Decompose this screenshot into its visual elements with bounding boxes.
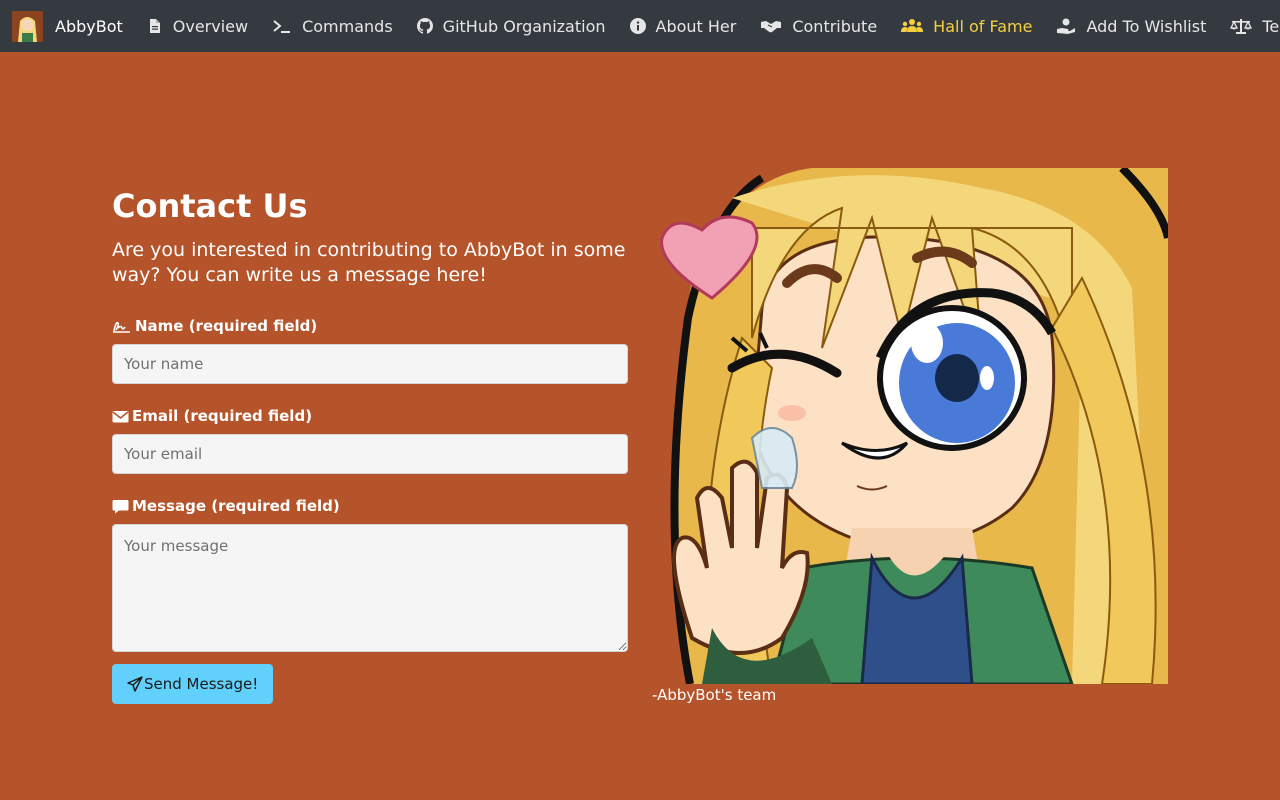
nav-item-label: Commands — [302, 16, 393, 36]
send-message-button[interactable]: Send Message! — [112, 664, 274, 704]
nav-item-label: About Her — [655, 16, 737, 36]
name-label-text: Name (required field) — [135, 317, 318, 335]
info-icon — [629, 18, 646, 34]
send-button-label: Send Message! — [144, 675, 259, 693]
nav-item-label: GitHub Organization — [442, 16, 606, 36]
handshake-icon — [760, 18, 782, 34]
nav-item-commands[interactable]: Commands — [272, 0, 393, 52]
message-label: Message (required field) — [112, 494, 628, 518]
users-icon — [901, 18, 924, 34]
nav-item-terms[interactable]: Terms And C — [1230, 0, 1280, 52]
email-label-text: Email (required field) — [132, 407, 313, 425]
message-field[interactable] — [112, 524, 628, 652]
email-label: Email (required field) — [112, 404, 628, 428]
contact-section: Contact Us Are you interested in contrib… — [112, 184, 628, 704]
paper-plane-icon — [127, 676, 143, 692]
brand-logo — [12, 10, 43, 42]
email-field[interactable] — [112, 434, 628, 474]
comment-icon — [112, 499, 129, 514]
name-label: Name (required field) — [112, 314, 628, 338]
nav-item-about[interactable]: About Her — [629, 0, 737, 52]
nav-item-label: Terms And C — [1262, 16, 1280, 36]
nav-item-wishlist[interactable]: Add To Wishlist — [1056, 0, 1206, 52]
nav-item-contribute[interactable]: Contribute — [760, 0, 877, 52]
file-icon — [147, 18, 163, 34]
page-lead: Are you interested in contributing to Ab… — [112, 239, 626, 286]
nav-item-label: Contribute — [792, 16, 878, 36]
hand-holding-icon — [1056, 18, 1076, 34]
nav-item-label: Hall of Fame — [933, 16, 1033, 36]
abbybot-illustration — [652, 168, 1168, 684]
top-navbar: AbbyBot Overview Commands GitHub Organiz… — [0, 0, 1280, 52]
terminal-icon — [272, 18, 292, 34]
nav-item-hall-of-fame[interactable]: Hall of Fame — [901, 0, 1032, 52]
name-field[interactable] — [112, 344, 628, 384]
brand-name: AbbyBot — [55, 16, 123, 36]
message-label-text: Message (required field) — [132, 497, 340, 515]
page-title: Contact Us — [112, 187, 308, 225]
scale-icon — [1230, 18, 1253, 34]
illustration-caption: -AbbyBot's team — [652, 686, 777, 704]
brand-link[interactable]: AbbyBot — [12, 0, 123, 52]
nav-item-github[interactable]: GitHub Organization — [416, 0, 606, 52]
nav-item-overview[interactable]: Overview — [147, 0, 248, 52]
nav-item-label: Add To Wishlist — [1086, 16, 1207, 36]
nav-item-label: Overview — [172, 16, 249, 36]
github-icon — [416, 18, 433, 34]
envelope-icon — [112, 409, 129, 424]
signature-icon — [112, 319, 132, 334]
